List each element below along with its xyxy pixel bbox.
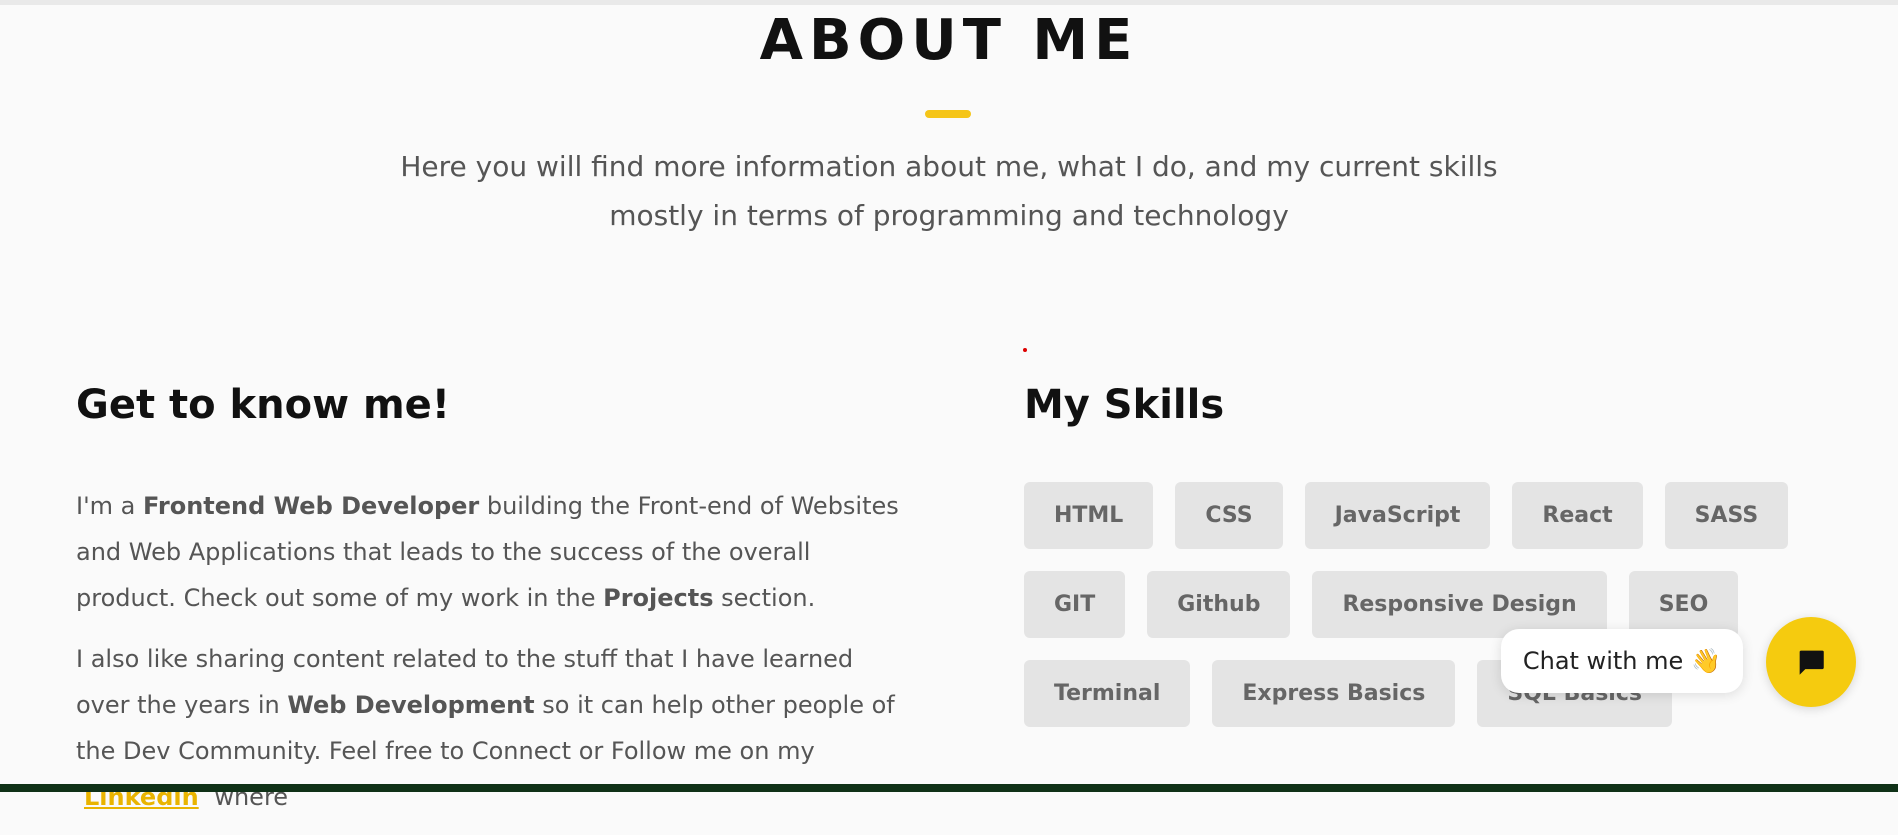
bottom-bar xyxy=(0,784,1898,792)
skill-tag: Responsive Design xyxy=(1312,571,1607,638)
skills-list: HTML CSS JavaScript React SASS GIT Githu… xyxy=(1024,482,1824,749)
red-dot xyxy=(1023,348,1027,352)
p1-bold-projects: Projects xyxy=(603,584,714,612)
skill-tag: JavaScript xyxy=(1304,482,1491,549)
my-skills-heading: My Skills xyxy=(1024,382,1225,428)
skill-tag: SEO xyxy=(1628,571,1739,638)
title-underline xyxy=(925,110,971,118)
top-strip xyxy=(0,0,1898,5)
skill-tag: Terminal xyxy=(1024,660,1191,727)
waving-hand-icon: 👋 xyxy=(1691,647,1722,675)
p2-bold-webdev: Web Development xyxy=(287,691,535,719)
chat-prompt-bubble[interactable]: Chat with me 👋 xyxy=(1501,629,1743,693)
chat-prompt-label: Chat with me xyxy=(1522,647,1684,675)
p1-bold-role: Frontend Web Developer xyxy=(143,492,480,520)
page-subtitle: Here you will find more information abou… xyxy=(400,150,1498,232)
chat-bubble-icon xyxy=(1799,650,1824,675)
skills-row: GIT Github Responsive Design SEO xyxy=(1024,571,1824,638)
skill-tag: HTML xyxy=(1024,482,1154,549)
p1-text-e: section. xyxy=(713,584,816,612)
skill-tag: React xyxy=(1512,482,1643,549)
get-to-know-heading: Get to know me! xyxy=(76,382,451,428)
p1-text-a: I'm a xyxy=(76,492,144,520)
about-paragraph-1: I'm a Frontend Web Developer building th… xyxy=(76,483,906,621)
page-title: ABOUT ME xyxy=(759,8,1139,73)
chat-open-button[interactable] xyxy=(1766,617,1856,707)
skills-row: HTML CSS JavaScript React SASS xyxy=(1024,482,1824,549)
skill-tag: GIT xyxy=(1024,571,1126,638)
skill-tag: Express Basics xyxy=(1212,660,1456,727)
about-text: I'm a Frontend Web Developer building th… xyxy=(76,483,906,835)
skill-tag: CSS xyxy=(1175,482,1283,549)
skill-tag: Github xyxy=(1147,571,1291,638)
skill-tag: SASS xyxy=(1664,482,1789,549)
about-paragraph-2: I also like sharing content related to t… xyxy=(76,636,906,820)
